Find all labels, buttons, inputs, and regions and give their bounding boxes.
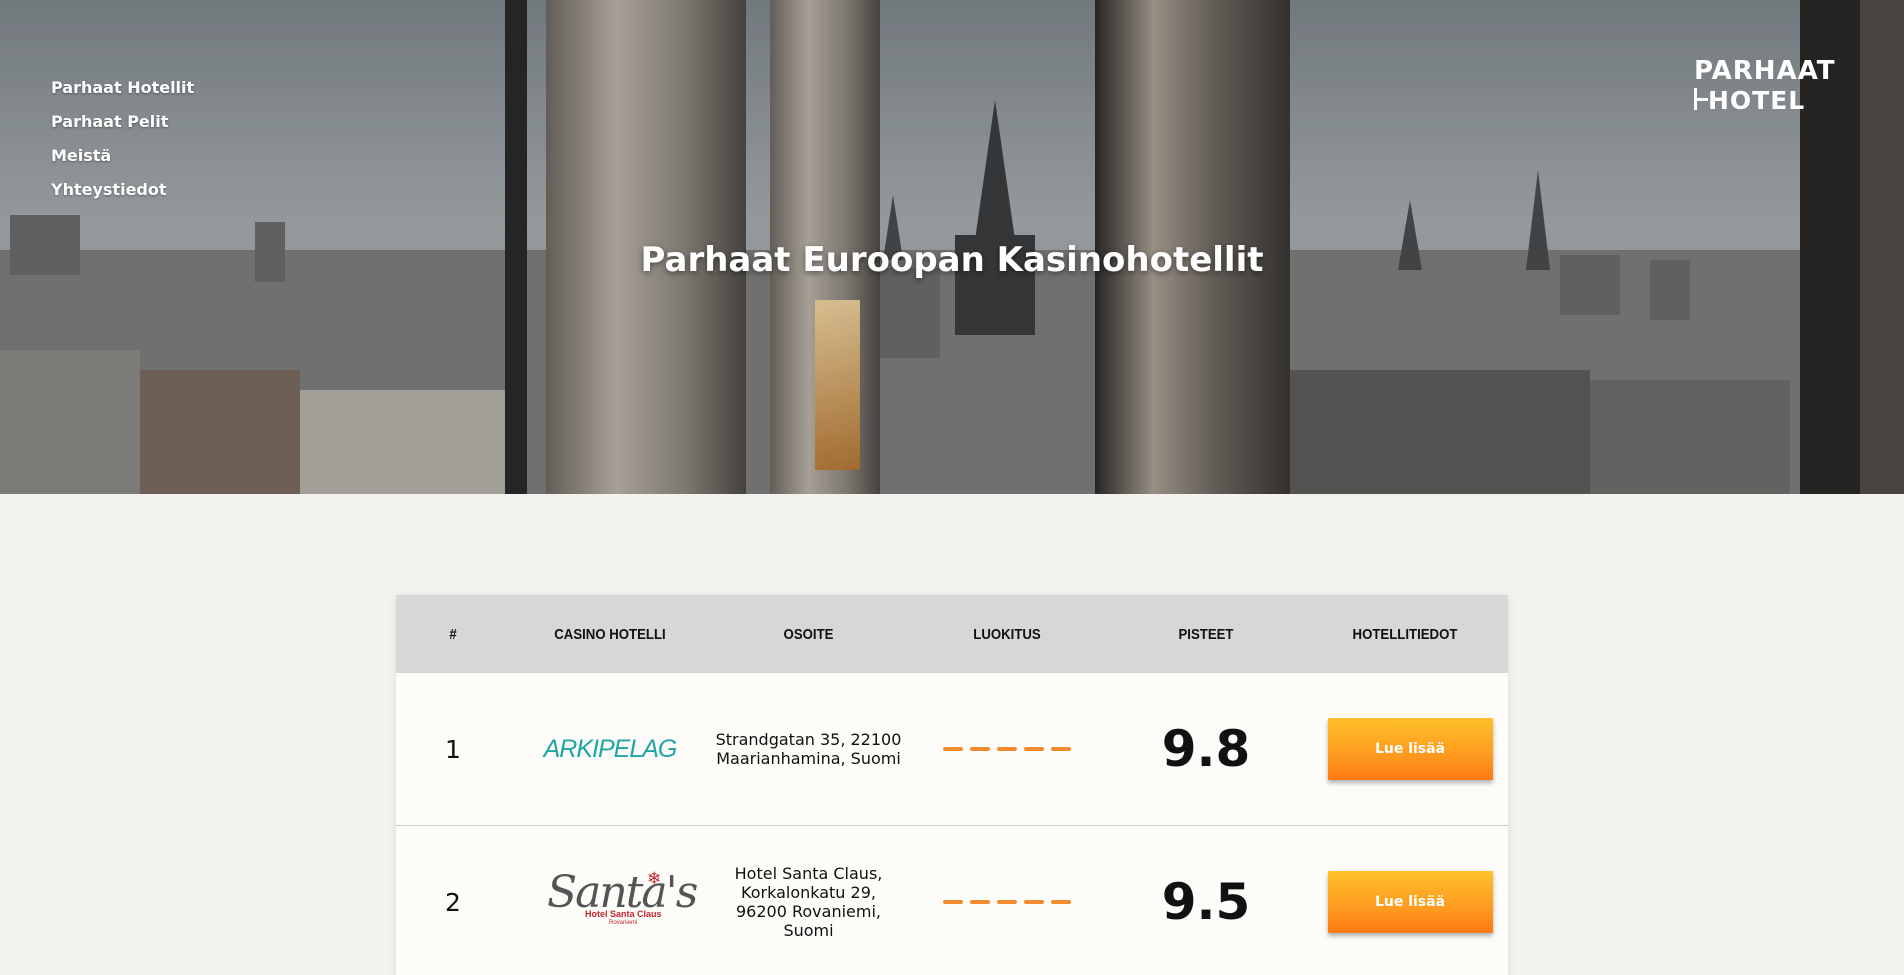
rating-dash — [997, 747, 1017, 751]
page-title-text: Parhaat Euroopan Kasinohotellit — [640, 240, 1264, 280]
table-row: 1 ARKIPELAG Strandgatan 35, 22100 Maaria… — [396, 673, 1508, 826]
main-nav: Parhaat Hotellit Parhaat Pelit Meistä Yh… — [51, 66, 194, 212]
column-header-hotel-info: HOTELLITIEDOT — [1352, 625, 1458, 643]
santa-logo-location: Rovaniemi — [609, 920, 638, 926]
logo-line2: HOTEL — [1708, 86, 1806, 115]
column-header-score: PISTEET — [1178, 625, 1234, 643]
bed-icon — [1694, 88, 1708, 110]
nav-item-yhteystiedot[interactable]: Yhteystiedot — [51, 168, 194, 212]
rating-dash — [970, 747, 990, 751]
hotel-score: 9.5 — [1161, 873, 1251, 931]
page-title: Parhaat Euroopan Kasinohotellit — [0, 240, 1904, 280]
read-more-button[interactable]: Lue lisää — [1327, 718, 1493, 780]
hotel-logo-arkipelag[interactable]: ARKIPELAG — [544, 735, 678, 764]
hero-banner: Parhaat Hotellit Parhaat Pelit Meistä Yh… — [0, 0, 1904, 494]
column-header-address: OSOITE — [783, 625, 834, 643]
snowflake-icon: ❄ — [647, 869, 662, 888]
read-more-button[interactable]: Lue lisää — [1327, 871, 1493, 933]
rating-indicator — [943, 747, 1071, 751]
table-row: 2 Santa's ❄ Hotel Santa Claus Rovaniemi … — [396, 826, 1508, 975]
hotel-score: 9.8 — [1161, 720, 1251, 778]
rating-dash — [1051, 747, 1071, 751]
rating-dash — [997, 900, 1017, 904]
table-header: # CASINO HOTELLI OSOITE LUOKITUS PISTEET… — [396, 595, 1508, 673]
rating-dash — [943, 900, 963, 904]
column-header-casino-hotel: CASINO HOTELLI — [554, 625, 666, 643]
logo-line1: PARHAAT — [1694, 56, 1836, 86]
rating-dash — [1051, 900, 1071, 904]
rating-dash — [943, 747, 963, 751]
rank-number: 1 — [445, 734, 461, 764]
site-logo[interactable]: PARHAAT HOTEL — [1694, 56, 1840, 116]
rating-dash — [1024, 747, 1044, 751]
santa-logo-subtitle: Hotel Santa Claus — [585, 909, 662, 919]
rating-indicator — [943, 900, 1071, 904]
column-header-rank: # — [449, 625, 457, 643]
rank-number: 2 — [445, 887, 461, 917]
rating-dash — [970, 900, 990, 904]
hotel-ranking-table: # CASINO HOTELLI OSOITE LUOKITUS PISTEET… — [396, 595, 1508, 975]
rating-dash — [1024, 900, 1044, 904]
hotel-address: Strandgatan 35, 22100 Maarianhamina, Suo… — [715, 730, 902, 768]
hotel-address: Hotel Santa Claus, Korkalonkatu 29, 9620… — [734, 864, 883, 940]
hotel-logo-santa-claus[interactable]: Santa's ❄ Hotel Santa Claus Rovaniemi — [547, 867, 698, 933]
column-header-rating: LUOKITUS — [973, 625, 1041, 643]
